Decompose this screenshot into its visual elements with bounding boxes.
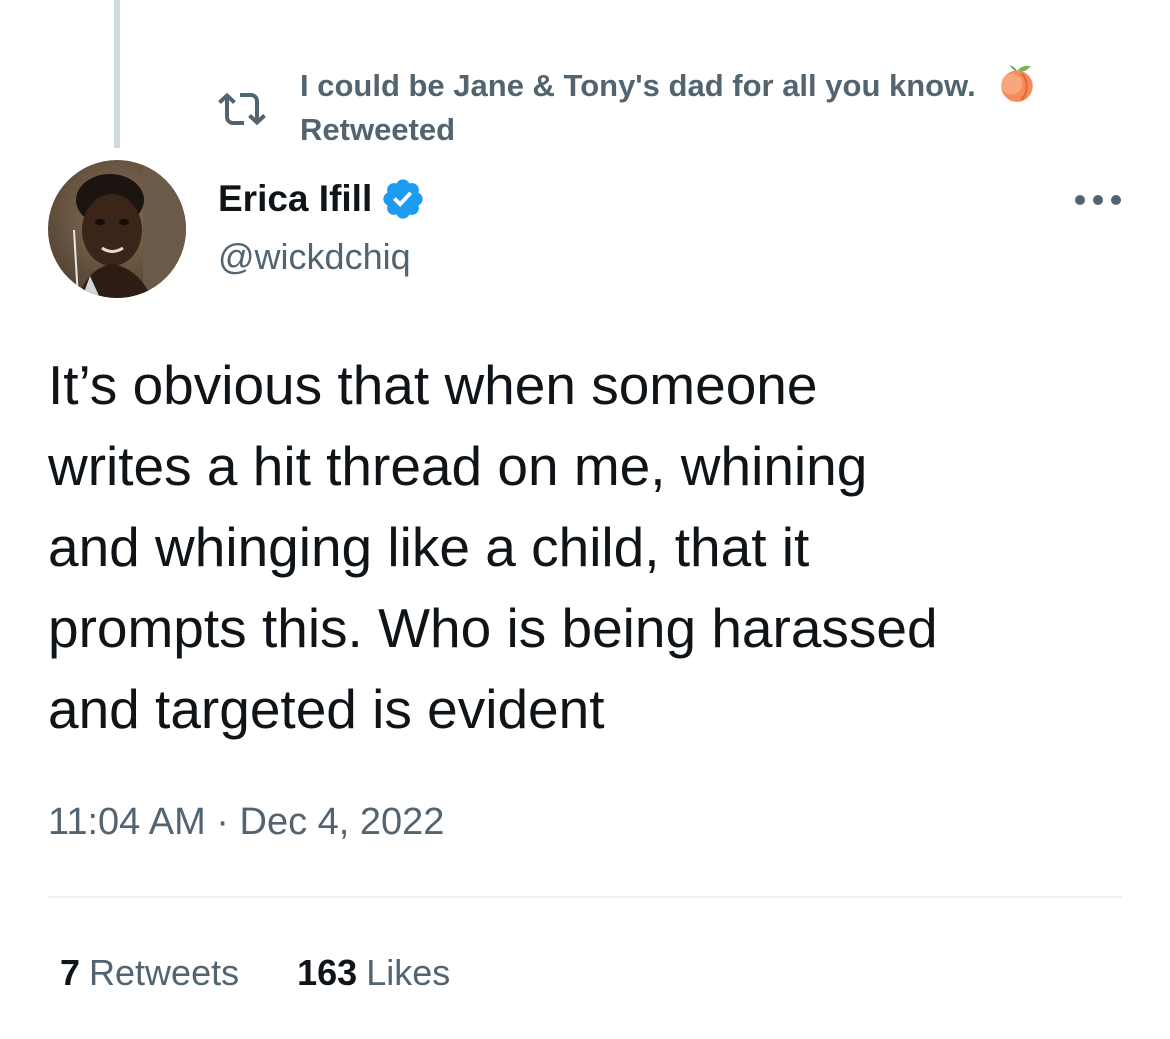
thread-connector-line (114, 0, 120, 148)
retweets-stat[interactable]: 7 Retweets (60, 952, 239, 994)
retweets-label[interactable]: Retweets (89, 952, 239, 993)
avatar[interactable] (48, 160, 186, 298)
tweet-text-line: and whinging like a child, that it (48, 516, 810, 578)
divider (48, 896, 1122, 898)
author-name-row[interactable]: Erica Ifill (218, 174, 426, 224)
author-handle[interactable]: @wickdchiq (218, 236, 411, 278)
retweeter-name[interactable]: I could be Jane & Tony's dad for all you… (300, 68, 976, 103)
tweet-text-line: and targeted is evident (48, 678, 605, 740)
likes-count[interactable]: 163 (297, 952, 357, 993)
tweet-stats: 7 Retweets 163 Likes (60, 952, 508, 994)
retweeted-label: Retweeted (300, 112, 456, 147)
tweet-timestamp[interactable]: 11:04 AM · Dec 4, 2022 (48, 801, 444, 844)
likes-stat[interactable]: 163 Likes (297, 952, 450, 994)
likes-label[interactable]: Likes (366, 952, 450, 993)
tweet-text-line: prompts this. Who is being harassed (48, 597, 938, 659)
author-name[interactable]: Erica Ifill (218, 178, 372, 220)
tweet-text-line: It’s obvious that when someone (48, 354, 818, 416)
tweet-text-line: writes a hit thread on me, whining (48, 435, 868, 497)
more-options-icon[interactable] (1070, 184, 1126, 216)
peach-emoji-icon (1001, 65, 1034, 102)
verified-badge-icon (383, 179, 423, 219)
retweets-count[interactable]: 7 (60, 952, 80, 993)
retweet-icon (218, 92, 266, 126)
social-context: I could be Jane & Tony's dad for all you… (218, 60, 1138, 150)
tweet-text: It’s obvious that when someone writes a … (48, 345, 1133, 750)
retweeter-name-line[interactable]: I could be Jane & Tony's dad for all you… (300, 62, 1130, 108)
